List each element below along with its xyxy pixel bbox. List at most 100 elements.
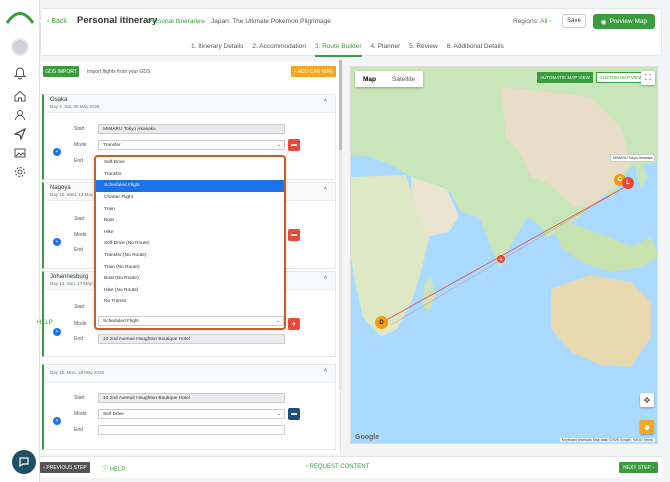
plus-icon[interactable]: + xyxy=(53,417,61,425)
help-link[interactable]: ⓘ HELP xyxy=(102,464,125,473)
map-marker-d[interactable]: D xyxy=(375,316,388,329)
leg-card-day15: Day 15. Mon, 18 May 2026 ^ Start 10 2nd … xyxy=(42,364,336,450)
mode-option[interactable]: Boat xyxy=(96,215,284,227)
mode-label: Mode xyxy=(74,411,87,417)
mode-value: Self Drive xyxy=(103,411,124,417)
map-tab[interactable]: Map xyxy=(355,71,384,87)
automatic-map-view-button[interactable]: AUTOMATIC MAP VIEW xyxy=(537,72,593,83)
leg-card-header[interactable]: Day 15. Mon, 18 May 2026 ^ xyxy=(44,365,335,383)
mode-option[interactable]: No Transit xyxy=(96,296,284,308)
map-type-toggle: Map Satellite xyxy=(355,71,424,87)
regions-filter[interactable]: Regions: All ◦ xyxy=(513,18,551,25)
previous-step-button[interactable]: ‹ PREVIOUS STEP xyxy=(40,462,90,473)
route-map[interactable]: ✈ Map Satellite AUTOMATIC MAP VIEW CUSTO… xyxy=(350,66,658,444)
chevron-up-icon[interactable]: ^ xyxy=(324,187,327,194)
mode-option[interactable]: Train (No Route) xyxy=(96,261,284,273)
avatar[interactable] xyxy=(11,38,29,56)
leg-date: Day 15. Mon, 18 May 2026 xyxy=(50,370,105,375)
tab-itinerary-details[interactable]: 1. Itinerary Details xyxy=(191,43,243,57)
breadcrumb-separator: › xyxy=(203,18,206,25)
leg-card-header[interactable]: Osaka Day 4. Sat, 09 May 2026 ^ xyxy=(44,95,335,113)
map-attribution: Keyboard shortcuts Map data ©2026 Google… xyxy=(559,438,655,442)
scrollbar-thumb[interactable] xyxy=(339,60,342,150)
save-button[interactable]: Save xyxy=(562,14,586,28)
mode-option[interactable]: Boat (No Route) xyxy=(96,273,284,285)
request-content-link[interactable]: ‹ REQUEST CONTENT xyxy=(306,464,369,470)
car-icon[interactable]: ▬ xyxy=(288,139,300,151)
breadcrumb-current: Japan: The Ultimate Pokemon Pilgrimage xyxy=(211,18,331,25)
chevron-right-icon: › xyxy=(650,464,654,471)
eye-icon: ◉ xyxy=(600,18,607,26)
compass-icon[interactable]: ✥ xyxy=(640,393,654,407)
mode-select[interactable]: Self Drive ⌄ xyxy=(98,409,285,419)
users-icon[interactable] xyxy=(13,108,27,122)
mode-select-open[interactable]: Scheduled Flight ⌄ xyxy=(98,316,284,326)
plus-icon[interactable]: + xyxy=(53,238,61,246)
start-label: Start xyxy=(74,395,85,401)
airplane-icon[interactable]: ✈ xyxy=(288,318,300,330)
mode-label: Mode xyxy=(74,321,87,327)
mode-option[interactable]: Hike (No Route) xyxy=(96,285,284,297)
end-field[interactable] xyxy=(98,425,285,435)
chat-button[interactable] xyxy=(12,450,36,474)
mode-option[interactable]: Self Drive xyxy=(96,157,284,169)
mode-dropdown[interactable]: Self Drive Transfer Scheduled Flight Charte… xyxy=(94,155,286,330)
brand-logo-icon xyxy=(5,12,35,24)
mode-label: Mode xyxy=(74,142,87,148)
next-step-button[interactable]: NEXT STEP › xyxy=(619,462,658,473)
image-icon[interactable] xyxy=(13,146,27,160)
end-label: End xyxy=(74,247,83,253)
breadcrumb-itineraries[interactable]: Personal Itineraries xyxy=(148,18,204,25)
end-label: End xyxy=(74,427,83,433)
bell-icon[interactable] xyxy=(13,66,27,80)
tab-accommodation[interactable]: 2. Accommodation xyxy=(252,43,305,57)
leg-date: Day 4. Sat, 09 May 2026 xyxy=(50,104,100,109)
mode-option[interactable]: Hike xyxy=(96,227,284,239)
car-icon[interactable]: ▬ xyxy=(288,408,300,420)
hotel-map-label: MIMARU Tokyo Akasaka xyxy=(610,154,656,162)
add-car-hire-button[interactable]: + ADD CAR HIRE xyxy=(291,66,336,77)
chevron-up-icon[interactable]: ^ xyxy=(324,99,327,106)
tab-review[interactable]: 5. Review xyxy=(409,43,438,57)
leg-city: Johannesburg xyxy=(50,274,89,280)
tab-route-builder[interactable]: 3. Route Builder xyxy=(314,43,362,57)
car-icon[interactable]: ▬ xyxy=(288,229,300,241)
chevron-up-icon[interactable]: ^ xyxy=(324,276,327,283)
fullscreen-icon[interactable]: ⛶ xyxy=(641,71,655,85)
satellite-tab[interactable]: Satellite xyxy=(384,71,423,87)
gear-icon[interactable] xyxy=(13,165,27,179)
gds-import-button[interactable]: GDS IMPORT xyxy=(43,66,79,77)
map-marker-l[interactable]: L xyxy=(622,177,634,189)
custom-map-view-button[interactable]: CUSTOM MAP VIEW xyxy=(596,72,646,83)
end-field: 10 2nd Avenue Houghton Boutique Hotel xyxy=(98,334,285,344)
mode-option[interactable]: Transfer xyxy=(96,169,284,181)
mode-option[interactable]: Transfer (No Route) xyxy=(96,250,284,262)
footer-bar: ‹ PREVIOUS STEP ⓘ HELP ‹ REQUEST CONTENT… xyxy=(40,456,662,478)
street-view-icon[interactable]: ☻ xyxy=(640,420,654,434)
mode-option[interactable]: Self Drive (No Route) xyxy=(96,238,284,250)
mode-option[interactable]: Charter Flight xyxy=(96,192,284,204)
mode-select[interactable]: Transfer ⌄ xyxy=(98,140,285,150)
chevron-up-icon[interactable]: ^ xyxy=(324,369,327,376)
start-field: MIMARU Tokyo Akasaka xyxy=(98,124,285,134)
madagascar-landmass xyxy=(423,277,435,313)
chevron-left-icon: ‹ xyxy=(47,18,50,25)
info-icon: ◦ xyxy=(549,18,552,25)
start-label: Start xyxy=(74,304,85,310)
preview-map-button[interactable]: ◉ Preview Map xyxy=(593,14,655,29)
back-label: Back xyxy=(51,18,67,25)
home-icon[interactable] xyxy=(13,89,27,103)
help-side-link[interactable]: HELP xyxy=(37,320,53,326)
leg-city: Nagoya xyxy=(50,185,71,191)
back-button[interactable]: ‹ Back xyxy=(47,18,67,25)
request-content-label: REQUEST CONTENT xyxy=(309,464,370,470)
plus-icon[interactable]: + xyxy=(53,328,61,336)
plus-icon[interactable]: + xyxy=(53,148,61,156)
mode-option[interactable]: Train xyxy=(96,203,284,215)
tab-additional-details[interactable]: 6. Additional Details xyxy=(447,43,504,57)
send-icon[interactable] xyxy=(13,127,27,141)
left-rail xyxy=(0,0,40,482)
tab-planner[interactable]: 4. Planner xyxy=(371,43,401,57)
mode-option[interactable]: Scheduled Flight xyxy=(96,180,284,192)
australia-landmass xyxy=(551,275,651,367)
